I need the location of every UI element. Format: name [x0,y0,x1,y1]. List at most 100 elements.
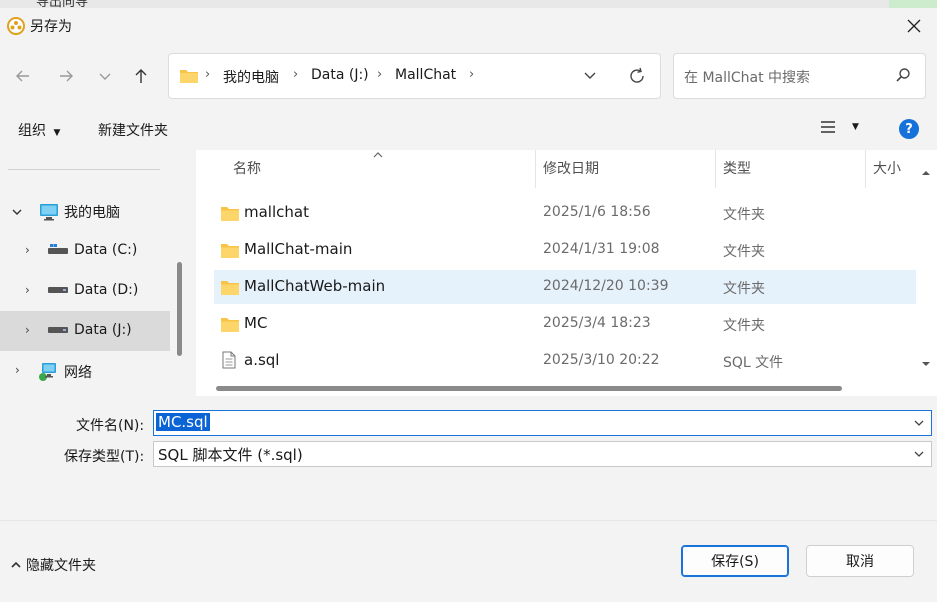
file-row[interactable]: MallChat-main 2024/1/31 19:08 文件夹 [214,233,916,267]
breadcrumb-separator: › [469,67,475,82]
drive-icon [48,287,68,293]
column-modified-label: 修改日期 [543,161,599,177]
chevron-right-icon: › [25,283,30,297]
nav-item-label: Data (D:) [74,282,139,298]
column-divider[interactable] [715,150,716,188]
drive-icon [48,327,68,333]
save-button[interactable]: 保存(S) [681,545,789,577]
file-name: mallchat [244,203,309,221]
caret-down-icon: ▼ [53,128,61,138]
chevron-down-icon[interactable] [913,448,925,460]
view-options-button[interactable]: ▼ [820,120,859,134]
file-modified: 2024/1/31 19:08 [543,241,660,257]
file-list: 名称 修改日期 类型 大小 mallchat 2025/1/6 18:56 文件… [196,150,916,396]
file-row[interactable]: a.sql 2025/3/10 20:22 SQL 文件 [214,344,916,378]
column-header-size[interactable]: 大小 [873,150,913,188]
folder-icon [221,207,239,221]
folder-icon [180,70,198,83]
drive-icon [48,244,68,254]
arrow-up-icon [135,69,147,83]
network-icon [39,363,56,381]
close-icon [907,19,921,33]
arrow-left-icon [16,70,29,82]
chevron-down-icon [99,73,111,80]
recent-locations-button[interactable] [91,62,119,90]
back-button[interactable] [9,62,37,90]
help-button[interactable]: ? [899,119,919,139]
column-divider[interactable] [865,150,866,188]
file-type: 文件夹 [723,281,765,297]
nav-item-label: Data (J:) [74,322,132,338]
folder-icon [221,318,239,332]
nav-scrollbar[interactable] [177,262,182,356]
scroll-up-icon[interactable] [921,170,931,176]
horizontal-scrollbar[interactable] [216,386,842,391]
search-box[interactable]: 在 MallChat 中搜索 [673,53,926,99]
forward-button[interactable] [52,62,80,90]
breadcrumb-separator: › [293,67,299,82]
column-header-name[interactable]: 名称 [233,150,533,188]
nav-item-data-c[interactable]: › Data (C:) [0,231,170,271]
chevron-down-icon[interactable] [913,417,925,429]
organize-label: 组织 [18,123,46,139]
chevron-right-icon: › [15,363,20,377]
search-input[interactable]: 在 MallChat 中搜索 [684,67,810,87]
breadcrumb-mallchat[interactable]: MallChat [395,67,456,83]
nav-item-data-j[interactable]: › Data (J:) [0,311,170,351]
chevron-down-icon [12,209,22,215]
cancel-button[interactable]: 取消 [806,545,914,577]
background-window-peek: 导出向导 [0,0,937,8]
chevron-right-icon: › [25,243,30,257]
column-type-label: 类型 [723,161,751,177]
app-icon [7,17,25,35]
close-button[interactable] [891,8,937,44]
nav-item-my-computer[interactable]: 我的电脑 [0,191,170,231]
column-divider[interactable] [535,150,536,188]
file-row[interactable]: mallchat 2025/1/6 18:56 文件夹 [214,196,916,230]
chevron-right-icon: › [25,323,30,337]
breadcrumb-data-j[interactable]: Data (J:) [311,67,369,83]
column-size-label: 大小 [873,161,901,177]
filetype-select[interactable]: SQL 脚本文件 (*.sql) [153,441,932,467]
breadcrumb-my-computer[interactable]: 我的电脑 [223,67,279,87]
computer-icon [40,204,58,221]
refresh-icon[interactable] [628,67,646,85]
column-header-modified[interactable]: 修改日期 [543,150,713,188]
save-form: 文件名(N): MC.sql 保存类型(T): SQL 脚本文件 (*.sql) [0,396,937,520]
organize-menu[interactable]: 组织 ▼ [18,120,60,140]
file-row-selected[interactable]: MallChatWeb-main 2024/12/20 10:39 文件夹 [214,270,916,304]
navigation-pane: 我的电脑 › Data (C:) › Data (D:) › Data (J:)… [0,150,190,398]
scroll-down-icon[interactable] [921,361,931,367]
filename-field[interactable]: MC.sql [153,410,932,436]
address-dropdown-icon[interactable] [582,67,598,83]
column-name-label: 名称 [233,161,261,177]
file-type: 文件夹 [723,318,765,334]
file-row[interactable]: MC 2025/3/4 18:23 文件夹 [214,307,916,341]
background-window-accent [889,0,937,8]
breadcrumb-separator: › [205,67,211,82]
arrow-right-icon [60,70,73,82]
command-toolbar: 组织 ▼ 新建文件夹 ▼ ? [0,108,937,150]
dialog-footer: 隐藏文件夹 保存(S) 取消 [0,520,937,602]
nav-item-label: 我的电脑 [64,205,120,221]
file-name: MallChat-main [244,240,353,258]
navigation-row: › 我的电脑 › Data (J:) › MallChat › 在 MallCh… [0,44,937,108]
file-type: 文件夹 [723,207,765,223]
breadcrumb-separator: › [377,67,383,82]
list-view-icon [821,121,835,133]
hide-folders-toggle[interactable]: 隐藏文件夹 [10,555,96,575]
file-modified: 2025/1/6 18:56 [543,204,651,220]
nav-item-data-d[interactable]: › Data (D:) [0,271,170,311]
column-header-type[interactable]: 类型 [723,150,863,188]
background-window-title: 导出向导 [36,0,89,8]
address-bar[interactable]: › 我的电脑 › Data (J:) › MallChat › [168,53,661,99]
sort-ascending-icon [373,152,383,158]
file-icon [222,351,236,369]
nav-item-network[interactable]: › 网络 [0,351,170,391]
vertical-scrollbar[interactable] [916,150,937,396]
file-type: SQL 文件 [723,355,784,371]
nav-item-label: Data (C:) [74,242,138,258]
nav-divider [8,169,160,170]
up-button[interactable] [127,62,155,90]
new-folder-button[interactable]: 新建文件夹 [98,120,168,140]
